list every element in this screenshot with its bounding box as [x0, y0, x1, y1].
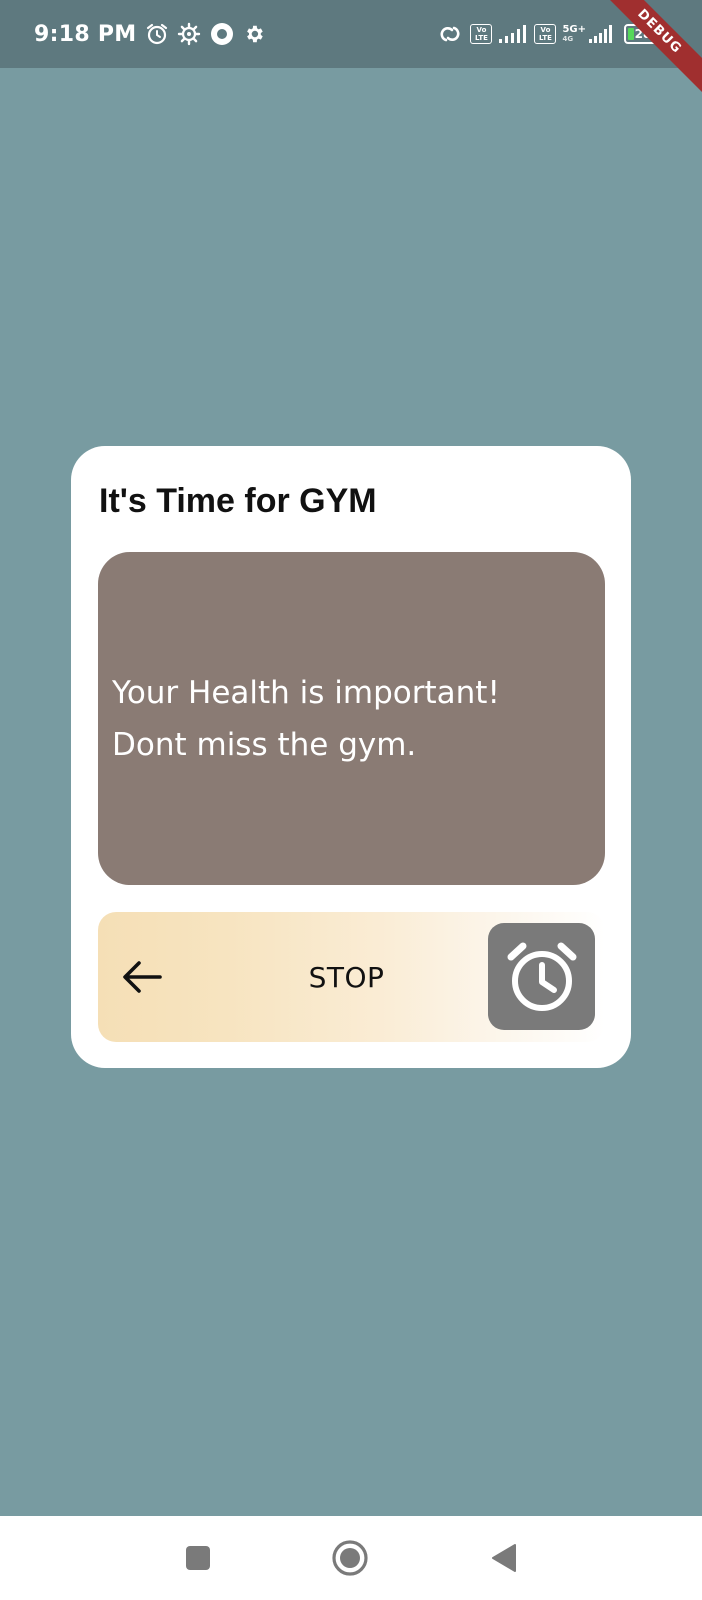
status-time: 9:18 PM	[34, 21, 137, 47]
recents-icon	[184, 1544, 212, 1572]
network-type-label: 5G+ 4G	[562, 24, 586, 44]
recents-button[interactable]	[178, 1516, 218, 1600]
alarm-clock-icon	[502, 937, 582, 1017]
home-button[interactable]	[328, 1516, 372, 1600]
record-icon	[209, 21, 235, 47]
battery-icon: 28	[624, 24, 665, 44]
settings-small-icon	[243, 23, 265, 45]
message-text: Your Health is important! Dont miss the …	[112, 667, 500, 771]
message-line-1: Your Health is important!	[112, 674, 500, 711]
home-icon	[331, 1539, 369, 1577]
message-box: Your Health is important! Dont miss the …	[98, 552, 605, 885]
signal-icon	[498, 24, 528, 44]
card-title: It's Time for GYM	[99, 482, 377, 520]
navigation-bar	[0, 1516, 702, 1600]
status-right: Vo LTE Vo LTE 5G+ 4G 28	[436, 0, 665, 68]
status-left: 9:18 PM	[34, 0, 265, 68]
gear-icon	[177, 22, 201, 46]
stop-slider[interactable]: STOP	[98, 912, 605, 1042]
status-bar: 9:18 PM Vo LTE Vo LTE 5G+ 4G 28	[0, 0, 702, 68]
alarm-clock-handle[interactable]	[488, 923, 595, 1030]
volte-icon: Vo LTE	[470, 24, 493, 44]
message-line-2: Dont miss the gym.	[112, 726, 417, 763]
hotspot-icon	[436, 22, 464, 46]
volte-icon-2: Vo LTE	[534, 24, 557, 44]
battery-cap	[662, 31, 665, 37]
battery-level: 28	[634, 27, 652, 41]
alarm-card: It's Time for GYM Your Health is importa…	[71, 446, 631, 1068]
signal-5g-icon	[588, 24, 614, 44]
back-icon	[490, 1543, 518, 1573]
battery-fill	[628, 28, 634, 40]
back-button[interactable]	[484, 1516, 524, 1600]
alarm-icon	[145, 22, 169, 46]
